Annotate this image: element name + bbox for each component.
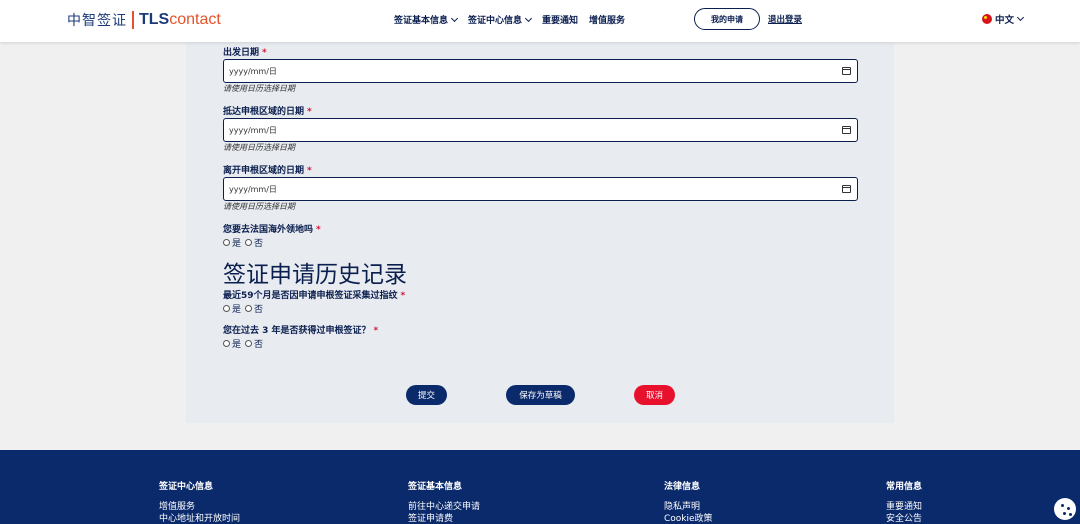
- logo-cn-text: 中智签证: [67, 13, 127, 29]
- footer-link[interactable]: 安全公告: [886, 513, 922, 524]
- footer-heading: 法律信息: [664, 482, 701, 492]
- prior-visa-yes-radio[interactable]: [223, 339, 230, 347]
- main-nav: 签证基本信息 签证中心信息 重要通知 增值服务: [394, 13, 625, 26]
- logo-tls-text: TLS: [139, 11, 170, 28]
- footer-column-common-info: 常用信息 重要通知 安全公告: [886, 479, 922, 524]
- overseas-territory-question: 您要去法国海外领地吗 *: [223, 225, 321, 235]
- site-footer: 签证中心信息 增值服务 中心地址和开放时间 签证基本信息 前往中心递交申请 签证…: [0, 450, 1080, 524]
- fingerprint-yes-radio[interactable]: [223, 304, 230, 312]
- footer-link[interactable]: 隐私声明: [664, 501, 713, 513]
- fingerprint-radio-group: 是 否: [223, 302, 858, 315]
- date-placeholder: yyyy/mm/日: [229, 66, 277, 76]
- prior-visa-radio-group: 是 否: [223, 337, 858, 350]
- cookie-settings-icon[interactable]: [1054, 498, 1076, 520]
- submit-button[interactable]: 提交: [406, 385, 447, 405]
- leave-date-input[interactable]: yyyy/mm/日: [223, 177, 858, 201]
- prior-visa-question: 您在过去 3 年是否获得过申根签证？ *: [223, 326, 379, 336]
- logo-contact-text: contact: [169, 11, 221, 28]
- cancel-button[interactable]: 取消: [634, 385, 675, 405]
- logout-link[interactable]: 退出登录: [768, 13, 802, 25]
- visa-history-title: 签证申请历史记录: [223, 262, 407, 288]
- form-actions: 提交 保存为草稿 取消: [186, 385, 894, 405]
- footer-link[interactable]: 签证申请费: [408, 513, 480, 524]
- overseas-territory-radio-group: 是 否: [223, 236, 858, 249]
- arrival-date-input[interactable]: yyyy/mm/日: [223, 118, 858, 142]
- chevron-down-icon: [1016, 13, 1025, 21]
- footer-link[interactable]: Cookie政策: [664, 513, 713, 524]
- save-draft-button[interactable]: 保存为草稿: [506, 385, 575, 405]
- overseas-no-radio[interactable]: [245, 238, 253, 246]
- prior-visa-no-radio[interactable]: [245, 339, 253, 347]
- language-label: 中文: [995, 15, 1015, 26]
- chevron-down-icon: [524, 14, 533, 23]
- date-hint: 请使用日历选择日期: [223, 84, 295, 93]
- leave-date-label: 离开申根区域的日期 *: [223, 166, 312, 176]
- footer-heading: 签证基本信息: [408, 482, 463, 492]
- footer-column-center-info: 签证中心信息 增值服务 中心地址和开放时间: [159, 479, 240, 524]
- date-hint: 请使用日历选择日期: [223, 202, 295, 211]
- fingerprint-question: 最近59个月是否因申请申根签证采集过指纹 *: [223, 291, 406, 301]
- nav-visa-basic-info[interactable]: 签证基本信息: [394, 13, 459, 26]
- nav-value-added-services[interactable]: 增值服务: [589, 13, 625, 26]
- date-placeholder: yyyy/mm/日: [229, 125, 277, 135]
- china-flag-icon: [982, 14, 992, 24]
- departure-date-label: 出发日期 *: [223, 48, 267, 58]
- footer-link[interactable]: 增值服务: [159, 501, 240, 513]
- fingerprint-no-radio[interactable]: [245, 304, 253, 312]
- application-form: 出发日期 * yyyy/mm/日 请使用日历选择日期 抵达申根区域的日期 * yyy…: [223, 47, 858, 350]
- calendar-icon[interactable]: [842, 67, 851, 75]
- footer-column-visa-info: 签证基本信息 前往中心递交申请 签证申请费: [408, 479, 480, 524]
- nav-visa-center-info[interactable]: 签证中心信息: [468, 13, 533, 26]
- brand-logo[interactable]: 中智签证 TLS contact: [67, 10, 221, 30]
- language-selector[interactable]: 中文: [982, 12, 1025, 26]
- top-header: 中智签证 TLS contact 签证基本信息 签证中心信息 重要通知 增值服务…: [0, 0, 1080, 42]
- application-form-card: 出发日期 * yyyy/mm/日 请使用日历选择日期 抵达申根区域的日期 * yyy…: [186, 42, 894, 423]
- footer-link[interactable]: 重要通知: [886, 501, 922, 513]
- arrival-date-label: 抵达申根区域的日期 *: [223, 107, 312, 117]
- overseas-yes-radio[interactable]: [223, 238, 230, 246]
- date-placeholder: yyyy/mm/日: [229, 184, 277, 194]
- footer-link[interactable]: 中心地址和开放时间: [159, 513, 240, 524]
- calendar-icon[interactable]: [842, 126, 851, 134]
- nav-important-notice[interactable]: 重要通知: [542, 13, 578, 26]
- departure-date-input[interactable]: yyyy/mm/日: [223, 59, 858, 83]
- footer-link[interactable]: 前往中心递交申请: [408, 501, 480, 513]
- chevron-down-icon: [450, 14, 459, 23]
- footer-heading: 常用信息: [886, 482, 923, 492]
- my-application-button[interactable]: 我的申请: [694, 8, 760, 30]
- date-hint: 请使用日历选择日期: [223, 143, 295, 152]
- footer-column-legal: 法律信息 隐私声明 Cookie政策: [664, 479, 713, 524]
- logo-divider: [132, 11, 134, 29]
- calendar-icon[interactable]: [842, 185, 851, 193]
- footer-heading: 签证中心信息: [159, 482, 214, 492]
